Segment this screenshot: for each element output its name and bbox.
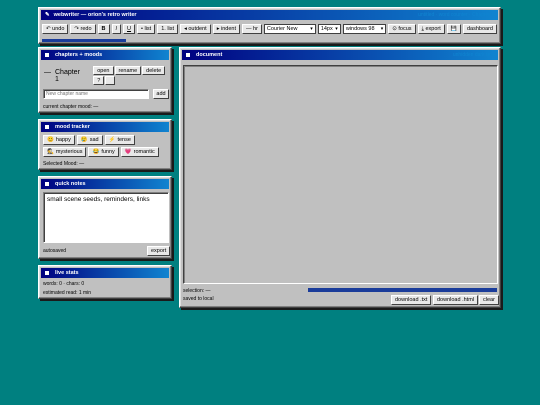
notes-textarea[interactable]: small scene seeds, reminders, links <box>43 192 169 243</box>
notes-status: autosaved <box>43 248 67 254</box>
focus-button[interactable]: ⊙ focus <box>388 24 416 34</box>
mood-funny-button[interactable]: 😂 funny <box>88 147 119 157</box>
mood-happy-button[interactable]: 😊 happy <box>43 135 75 145</box>
dashboard-button[interactable]: dashboard <box>463 24 497 34</box>
lightning-icon: ⚡ <box>108 137 116 143</box>
mood-title-bar: mood tracker <box>41 122 169 132</box>
document-title: document <box>196 52 223 58</box>
sad-icon: 😢 <box>80 137 88 143</box>
theme-select[interactable]: windows 98 ▾ <box>342 24 387 34</box>
chapter-open-button[interactable]: open <box>93 66 114 75</box>
outdent-button[interactable]: ◂ outdent <box>180 24 211 34</box>
font-select-value: Courier New <box>266 26 298 32</box>
window-bullet-icon <box>45 271 49 275</box>
app-title: webwriter — orion's retro writer <box>53 12 137 18</box>
new-chapter-input[interactable] <box>43 89 149 99</box>
redo-button[interactable]: ↷ redo <box>70 24 96 34</box>
stats-title-bar: live stats <box>41 268 169 278</box>
window-bullet-icon <box>45 182 49 186</box>
toolbar-progress-track <box>42 39 126 42</box>
download-txt-button[interactable]: download .txt <box>391 295 432 305</box>
undo-button[interactable]: ↶ undo <box>42 24 69 34</box>
mood-label: romantic <box>133 149 155 155</box>
size-select-value: 14px <box>320 26 333 32</box>
chapter-help-button[interactable]: ? <box>93 76 105 85</box>
document-title-bar: document unhidden dark text <box>182 50 498 60</box>
happy-icon: 😊 <box>47 137 54 143</box>
size-select[interactable]: 14px ▾ <box>317 24 341 34</box>
chevron-down-icon: ▾ <box>310 26 313 32</box>
bullet-list-button[interactable]: • list <box>137 24 156 34</box>
toolbar-progress-fill <box>42 39 126 42</box>
chapter-rename-button[interactable]: rename <box>114 66 142 75</box>
stats-read-time: estimated read: 1 min <box>43 290 92 296</box>
notes-title: quick notes <box>55 181 86 187</box>
numbered-list-button[interactable]: 1. list <box>157 24 179 34</box>
chapter-name[interactable]: Chapter 1 <box>55 69 85 83</box>
detective-icon: 🕵 <box>47 149 54 155</box>
stats-words-chars: words: 0 · chars: 0 <box>43 281 85 287</box>
app-window: ✎ webwriter — orion's retro writer untit… <box>38 7 501 44</box>
mood-label: sad <box>89 137 99 143</box>
saved-label: saved to local <box>183 296 214 302</box>
chevron-down-icon: ▾ <box>380 26 384 32</box>
italic-button[interactable]: I <box>111 24 122 34</box>
chevron-down-icon: ▾ <box>335 26 338 32</box>
save-icon[interactable]: 💾 <box>446 24 461 34</box>
selected-mood: Selected Mood: — <box>43 161 85 167</box>
window-bullet-icon <box>186 53 190 57</box>
mood-sad-button[interactable]: 😢 sad <box>76 135 103 145</box>
mood-buttons: 😊 happy 😢 sad ⚡ tense 🕵 mysterious 😂 funny 💗 r… <box>43 135 169 157</box>
app-title-bar: ✎ webwriter — orion's retro writer untit… <box>41 10 498 20</box>
mood-label: tense <box>117 137 131 143</box>
theme-select-value: windows 98 <box>345 26 375 32</box>
notes-panel: quick notes small scene seeds, reminders… <box>38 176 172 259</box>
mood-tense-button[interactable]: ⚡ tense <box>104 135 135 145</box>
mood-label: mysterious <box>55 149 83 155</box>
indent-button[interactable]: ▸ indent <box>212 24 240 34</box>
document-panel: document unhidden dark text selection: —… <box>179 47 501 308</box>
mood-mysterious-button[interactable]: 🕵 mysterious <box>43 147 87 157</box>
mood-title: mood tracker <box>55 124 90 130</box>
hr-button[interactable]: — hr <box>241 24 262 34</box>
document-progress-bar <box>308 288 497 292</box>
export-button[interactable]: ⤓ export <box>417 24 445 34</box>
mood-panel: mood tracker 😊 happy 😢 sad ⚡ tense 🕵 mysteri… <box>38 119 172 170</box>
chapters-panel: chapters + moods — Chapter 1 open rename… <box>38 47 172 113</box>
app-title-status: untitled · word counter · Chapter 1 <box>418 12 494 18</box>
window-bullet-icon <box>45 125 49 129</box>
chapter-extra-button[interactable] <box>105 76 116 85</box>
document-editor[interactable] <box>183 65 498 284</box>
chapter-dash: — <box>44 69 51 76</box>
chapters-title: chapters + moods <box>55 52 103 58</box>
mood-label: funny <box>101 149 115 155</box>
notes-title-bar: quick notes <box>41 179 169 189</box>
stats-title: live stats <box>55 270 79 276</box>
document-title-note: unhidden dark text <box>452 52 494 58</box>
stats-panel: live stats words: 0 · chars: 0 estimated… <box>38 265 172 299</box>
selection-label: selection: — <box>183 288 211 294</box>
current-chapter-mood: current chapter mood: — <box>43 104 99 110</box>
mood-romantic-button[interactable]: 💗 romantic <box>120 147 159 157</box>
window-bullet-icon <box>45 53 49 57</box>
clear-button[interactable]: clear <box>479 295 499 305</box>
chapters-title-bar: chapters + moods <box>41 50 169 60</box>
app-icon: ✎ <box>45 12 50 18</box>
notes-text: small scene seeds, reminders, links <box>47 196 150 203</box>
bold-button[interactable]: B <box>97 24 110 34</box>
chapter-row[interactable]: — Chapter 1 open rename delete ? <box>44 66 170 85</box>
font-select[interactable]: Courier New ▾ <box>263 24 316 34</box>
add-chapter-button[interactable]: add <box>153 89 169 99</box>
laughing-icon: 😂 <box>92 149 100 155</box>
mood-label: happy <box>55 137 71 143</box>
download-html-button[interactable]: download .html <box>433 295 478 305</box>
notes-export-button[interactable]: export <box>147 246 171 256</box>
heart-icon: 💗 <box>124 149 132 155</box>
toolbar: ↶ undo ↷ redo B I U • list 1. list ◂ out… <box>39 20 500 34</box>
underline-button[interactable]: U <box>123 24 136 34</box>
chapter-delete-button[interactable]: delete <box>142 66 166 75</box>
